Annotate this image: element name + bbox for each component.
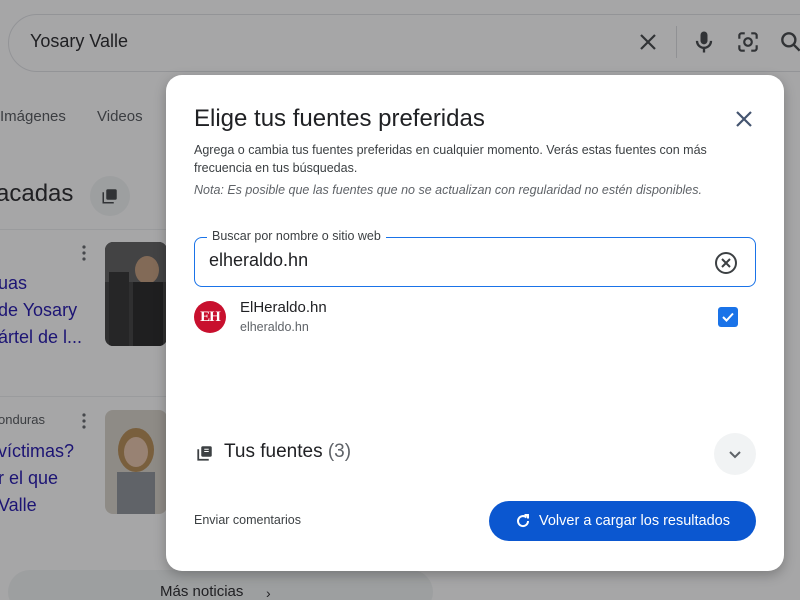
source-search-label: Buscar por nombre o sitio web: [207, 229, 386, 243]
reload-results-label: Volver a cargar los resultados: [538, 513, 730, 529]
close-button[interactable]: [730, 105, 758, 133]
your-sources-count: (3): [327, 441, 352, 462]
source-search-input[interactable]: [209, 250, 689, 271]
close-icon: [736, 111, 752, 127]
preferred-sources-dialog: Elige tus fuentes preferidas Agrega o ca…: [166, 75, 784, 571]
dialog-note: Nota: Es posible que las fuentes que no …: [194, 183, 702, 197]
refresh-icon: [517, 514, 529, 528]
source-name: ElHeraldo.hn: [240, 299, 327, 316]
your-sources-label: Tus fuentes (3): [224, 441, 352, 462]
source-checkbox[interactable]: [718, 307, 738, 327]
clear-icon[interactable]: [713, 250, 739, 276]
elheraldo-logo: EH: [194, 301, 226, 333]
dialog-description: Agrega o cambia tus fuentes preferidas e…: [194, 143, 707, 175]
send-feedback-link[interactable]: Enviar comentarios: [194, 513, 301, 527]
your-sources-expand-button[interactable]: [714, 433, 756, 475]
reload-results-button[interactable]: Volver a cargar los resultados: [489, 501, 756, 541]
source-result-item[interactable]: EH ElHeraldo.hn elheraldo.hn: [194, 297, 756, 343]
source-search-field[interactable]: Buscar por nombre o sitio web: [194, 229, 756, 287]
dialog-title: Elige tus fuentes preferidas: [194, 105, 485, 132]
sources-icon: [197, 446, 212, 461]
checkbox-check-icon: [722, 312, 734, 322]
source-site: elheraldo.hn: [240, 320, 309, 334]
chevron-down-icon: [729, 451, 741, 459]
